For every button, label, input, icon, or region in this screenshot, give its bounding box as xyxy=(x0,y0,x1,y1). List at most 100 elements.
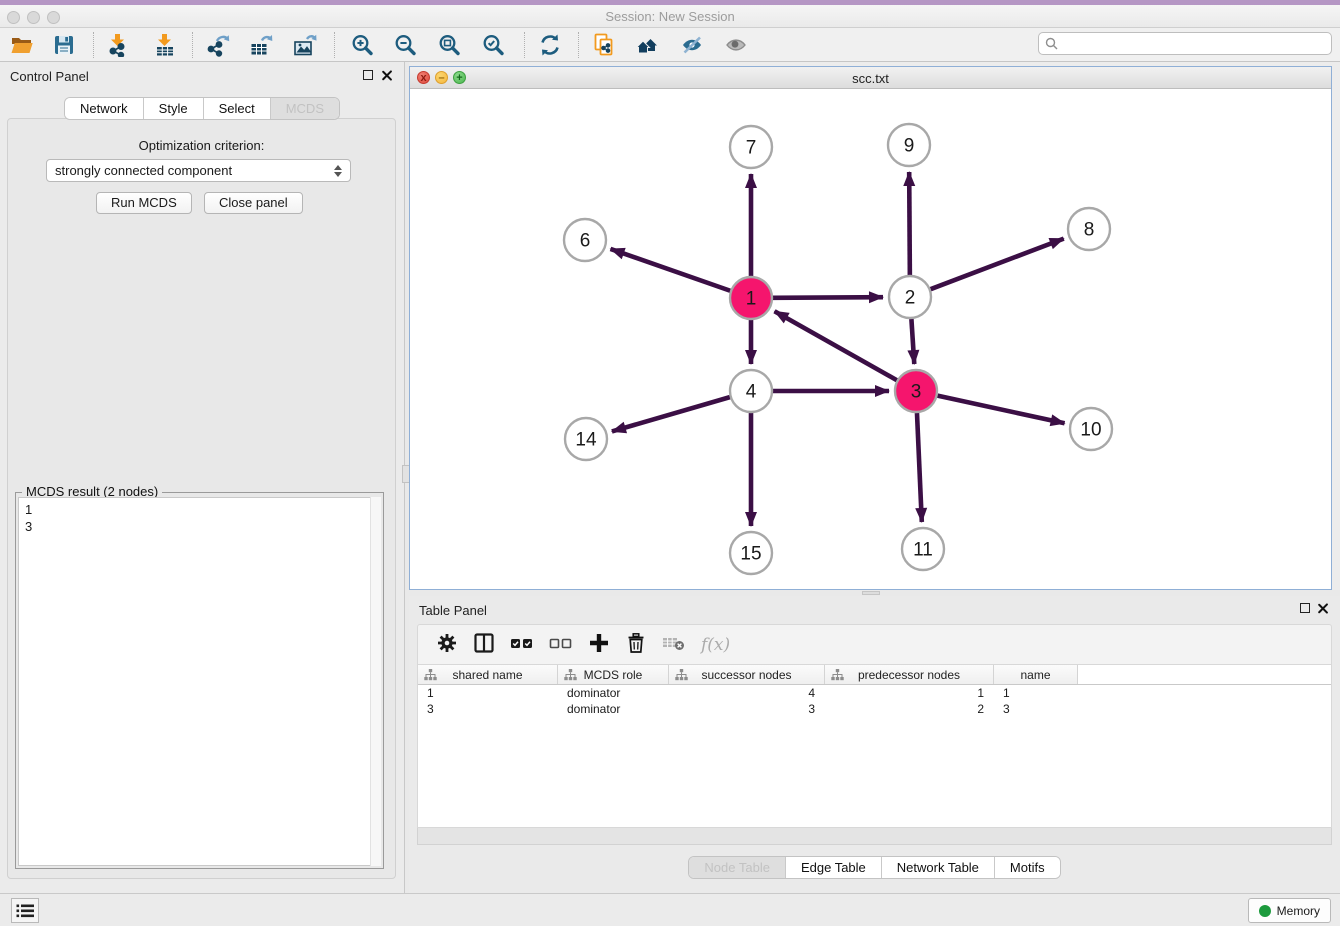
close-panel-icon[interactable] xyxy=(381,70,392,81)
cell-successor-nodes[interactable]: 3 xyxy=(669,701,825,717)
tab-motifs[interactable]: Motifs xyxy=(995,857,1060,878)
table-panel: Table Panel f(x) shared nameMCDS rolesuc… xyxy=(409,596,1340,893)
task-history-button[interactable] xyxy=(11,898,39,923)
node-1[interactable]: 1 xyxy=(730,277,772,319)
tab-network-table[interactable]: Network Table xyxy=(882,857,995,878)
tab-style[interactable]: Style xyxy=(144,98,204,119)
edge-2-9[interactable] xyxy=(909,172,910,275)
zoom-fit-icon[interactable] xyxy=(436,32,462,58)
network-frame-titlebar[interactable]: x – + scc.txt xyxy=(410,67,1331,89)
table-row[interactable]: 1dominator411 xyxy=(418,685,1331,701)
zoom-out-icon[interactable] xyxy=(392,32,418,58)
node-9[interactable]: 9 xyxy=(888,124,930,166)
cell-name[interactable]: 1 xyxy=(994,685,1078,701)
table-panel-tabs: Node TableEdge TableNetwork TableMotifs xyxy=(409,856,1340,879)
network-canvas[interactable]: 7 9 6 8 1 2 4 3 14 10 15 11 xyxy=(410,89,1331,589)
unselect-all-icon[interactable] xyxy=(549,634,573,655)
cell-predecessor-nodes[interactable]: 2 xyxy=(825,701,994,717)
tab-mcds[interactable]: MCDS xyxy=(271,98,339,119)
zoom-selected-icon[interactable] xyxy=(480,32,506,58)
criterion-value: strongly connected component xyxy=(55,163,232,178)
edge-2-8[interactable] xyxy=(931,239,1064,290)
open-session-icon[interactable] xyxy=(9,32,35,58)
window-titlebar: Session: New Session xyxy=(0,5,1340,28)
import-network-icon[interactable] xyxy=(105,32,131,58)
edge-3-10[interactable] xyxy=(937,396,1064,424)
cell-successor-nodes[interactable]: 4 xyxy=(669,685,825,701)
column-header-predecessor-nodes[interactable]: predecessor nodes xyxy=(825,665,994,684)
table-settings-gear-icon[interactable] xyxy=(436,632,458,657)
cell-shared-name[interactable]: 1 xyxy=(418,685,558,701)
zoom-in-icon[interactable] xyxy=(349,32,375,58)
column-header-shared-name[interactable]: shared name xyxy=(418,665,558,684)
close-panel-button[interactable]: Close panel xyxy=(204,192,303,214)
tab-select[interactable]: Select xyxy=(204,98,271,119)
add-column-plus-icon[interactable] xyxy=(588,632,610,657)
memory-button[interactable]: Memory xyxy=(1248,898,1331,923)
node-7[interactable]: 7 xyxy=(730,126,772,168)
node-15[interactable]: 15 xyxy=(730,532,772,574)
node-2[interactable]: 2 xyxy=(889,276,931,318)
svg-text:10: 10 xyxy=(1080,420,1101,441)
svg-text:6: 6 xyxy=(580,231,591,252)
table-body: 1dominator4113dominator323 xyxy=(418,685,1331,717)
search-input[interactable] xyxy=(1062,37,1331,51)
criterion-dropdown[interactable]: strongly connected component xyxy=(46,159,351,182)
cell-shared-name[interactable]: 3 xyxy=(418,701,558,717)
search-field[interactable] xyxy=(1038,32,1332,55)
node-10[interactable]: 10 xyxy=(1070,408,1112,450)
table-row[interactable]: 3dominator323 xyxy=(418,701,1331,717)
edge-1-6[interactable] xyxy=(610,249,730,291)
column-header-successor-nodes[interactable]: successor nodes xyxy=(669,665,825,684)
result-scrollbar[interactable] xyxy=(370,497,381,866)
optimization-criterion-label: Optimization criterion: xyxy=(8,138,395,153)
edge-3-1[interactable] xyxy=(775,311,897,380)
save-session-icon[interactable] xyxy=(51,32,77,58)
export-table-icon[interactable] xyxy=(248,32,274,58)
dropdown-stepper-icon xyxy=(334,165,342,177)
export-network-icon[interactable] xyxy=(205,32,231,58)
float-panel-icon[interactable] xyxy=(1300,603,1310,613)
cell-MCDS-role[interactable]: dominator xyxy=(558,701,669,717)
node-8[interactable]: 8 xyxy=(1068,208,1110,250)
edge-4-14[interactable] xyxy=(612,397,730,431)
edge-3-11[interactable] xyxy=(917,413,922,522)
delete-row-trash-icon[interactable] xyxy=(625,632,647,657)
column-header-name[interactable]: name xyxy=(994,665,1078,684)
first-neighbors-icon[interactable] xyxy=(591,32,617,58)
network-view-frame: x – + scc.txt 7 9 6 8 1 2 4 3 14 10 15 11 xyxy=(409,66,1332,590)
node-11[interactable]: 11 xyxy=(902,528,944,570)
run-mcds-button[interactable]: Run MCDS xyxy=(96,192,192,214)
home-icon[interactable] xyxy=(634,32,660,58)
list-icon xyxy=(15,902,35,920)
node-14[interactable]: 14 xyxy=(565,418,607,460)
cell-name[interactable]: 3 xyxy=(994,701,1078,717)
apply-layout-icon[interactable] xyxy=(537,32,563,58)
cell-predecessor-nodes[interactable]: 1 xyxy=(825,685,994,701)
hide-selected-icon[interactable] xyxy=(679,32,705,58)
window-title: Session: New Session xyxy=(0,9,1340,24)
node-3[interactable]: 3 xyxy=(895,370,937,412)
table-hscrollbar[interactable] xyxy=(417,828,1332,845)
cell-MCDS-role[interactable]: dominator xyxy=(558,685,669,701)
edge-2-3[interactable] xyxy=(911,319,914,364)
show-column-icon[interactable] xyxy=(473,632,495,657)
column-header-MCDS-role[interactable]: MCDS role xyxy=(558,665,669,684)
tab-edge-table[interactable]: Edge Table xyxy=(786,857,882,878)
select-all-icon[interactable] xyxy=(510,634,534,655)
import-table-icon[interactable] xyxy=(152,32,178,58)
node-6[interactable]: 6 xyxy=(564,219,606,261)
splitter-grip[interactable] xyxy=(862,591,880,595)
mcds-tab-content: Optimization criterion: strongly connect… xyxy=(7,118,396,879)
table-panel-title: Table Panel xyxy=(419,603,487,618)
mcds-result-list[interactable]: 13 xyxy=(18,497,381,866)
export-image-icon[interactable] xyxy=(292,32,318,58)
node-table: shared nameMCDS rolesuccessor nodesprede… xyxy=(417,664,1332,828)
edge-1-2[interactable] xyxy=(773,297,883,298)
tab-node-table[interactable]: Node Table xyxy=(689,857,786,878)
close-panel-icon[interactable] xyxy=(1317,603,1328,614)
node-4[interactable]: 4 xyxy=(730,370,772,412)
float-panel-icon[interactable] xyxy=(363,70,373,80)
tab-network[interactable]: Network xyxy=(65,98,144,119)
show-all-icon[interactable] xyxy=(723,32,749,58)
